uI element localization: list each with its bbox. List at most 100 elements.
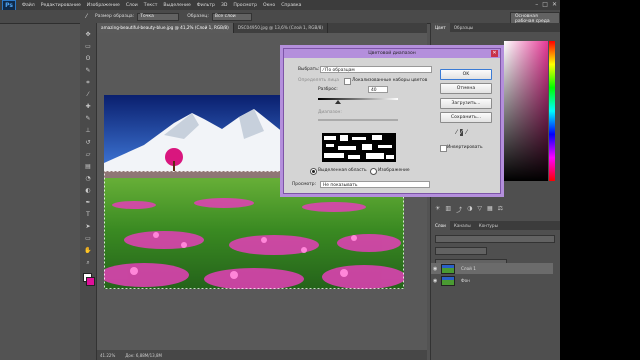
exposure-icon[interactable]: ◑ <box>467 205 472 214</box>
levels-icon[interactable]: ▥ <box>445 205 451 214</box>
menu-select[interactable]: Выделение <box>163 3 190 8</box>
hand-tool-icon[interactable]: ✋ <box>83 247 93 255</box>
window-controls: – □ ✕ <box>535 1 557 8</box>
fuzziness-input[interactable]: 40 <box>368 86 388 93</box>
close-icon[interactable]: ✕ <box>552 1 557 8</box>
zoom-level[interactable]: 41.22% <box>100 353 115 358</box>
layer-thumbnail <box>441 263 455 274</box>
eyedropper-group: ⁄ ⁄ ⁄ <box>456 129 467 136</box>
vibrance-icon[interactable]: ▽ <box>477 205 482 214</box>
eyedropper-icon[interactable]: ⁄ <box>456 129 457 136</box>
layer-controls <box>435 233 555 267</box>
select-label: Выбрать: <box>298 67 320 72</box>
tab-swatches[interactable]: Образцы <box>450 23 478 32</box>
background-color-swatch[interactable] <box>86 277 95 286</box>
healing-tool-icon[interactable]: ✚ <box>83 103 93 111</box>
menu-window[interactable]: Окно <box>263 3 275 8</box>
invert-checkbox[interactable] <box>440 145 447 152</box>
stamp-tool-icon[interactable]: ⊥ <box>83 127 93 135</box>
menu-bar: Ps Файл Редактирование Изображение Слои … <box>0 0 640 11</box>
layer-name[interactable]: Слой 1 <box>461 266 476 271</box>
maximize-icon[interactable]: □ <box>542 1 548 8</box>
visibility-eye-icon[interactable]: ◉ <box>433 278 437 284</box>
quick-select-tool-icon[interactable]: ✎ <box>83 67 93 75</box>
tab-paths[interactable]: Контуры <box>475 221 502 230</box>
hue-slider[interactable] <box>549 41 555 181</box>
minimize-icon[interactable]: – <box>535 1 538 8</box>
color-panel-tabs: Цвет Образцы <box>431 23 561 32</box>
save-button[interactable]: Сохранить... <box>440 112 492 123</box>
marquee-tool-icon[interactable]: ▭ <box>83 43 93 51</box>
eyedropper-plus-icon[interactable]: ⁄ <box>460 129 464 136</box>
layer-filter[interactable] <box>435 235 555 243</box>
move-tool-icon[interactable]: ✥ <box>83 31 93 39</box>
black-border <box>560 0 640 360</box>
tab-layers[interactable]: Слои <box>431 221 450 230</box>
menu-view[interactable]: Просмотр <box>233 3 257 8</box>
gradient-tool-icon[interactable]: ▤ <box>83 163 93 171</box>
eyedropper-minus-icon[interactable]: ⁄ <box>466 129 467 136</box>
app-logo: Ps <box>2 0 16 11</box>
dodge-tool-icon[interactable]: ◐ <box>83 187 93 195</box>
history-brush-tool-icon[interactable]: ↺ <box>83 139 93 147</box>
blur-tool-icon[interactable]: ◔ <box>83 175 93 183</box>
type-tool-icon[interactable]: T <box>83 211 93 219</box>
tab-document-1[interactable]: amazing-beautiful-beauty-blue.jpg @ 41,2… <box>97 23 234 33</box>
sample-layers-select[interactable]: Все слои <box>211 12 252 21</box>
layer-row[interactable]: ◉ Фон <box>431 275 553 286</box>
path-select-tool-icon[interactable]: ➤ <box>83 223 93 231</box>
load-button[interactable]: Загрузить... <box>440 98 492 109</box>
menu-layers[interactable]: Слои <box>126 3 138 8</box>
selection-radio-label: Выделенная область <box>318 168 367 173</box>
menu-image[interactable]: Изображение <box>87 3 120 8</box>
menu-type[interactable]: Текст <box>144 3 158 8</box>
color-balance-icon[interactable]: ⚖ <box>498 205 503 214</box>
invert-label: Инвертировать <box>447 145 483 150</box>
select-dropdown[interactable]: ⁄ По образцам <box>320 66 432 73</box>
menu-help[interactable]: Справка <box>281 3 301 8</box>
document-size: Док: 6,88M/13,8M <box>125 352 162 358</box>
dialog-title: Цветовой диапазон ✕ <box>284 49 500 58</box>
layer-name[interactable]: Фон <box>461 278 470 283</box>
pen-tool-icon[interactable]: ✒ <box>83 199 93 207</box>
layer-row[interactable]: ◉ Слой 1 <box>431 263 553 274</box>
zoom-tool-icon[interactable]: ⌕ <box>83 259 93 267</box>
menu-edit[interactable]: Редактирование <box>41 3 81 8</box>
fuzziness-slider[interactable] <box>318 98 398 100</box>
menu-file[interactable]: Файл <box>22 3 35 8</box>
menu-filter[interactable]: Фильтр <box>197 3 215 8</box>
slider-handle-icon[interactable] <box>335 100 341 104</box>
document-tabs: amazing-beautiful-beauty-blue.jpg @ 41,2… <box>97 23 427 33</box>
shape-tool-icon[interactable]: ▭ <box>83 235 93 243</box>
brightness-icon[interactable]: ☀ <box>435 205 440 214</box>
tab-document-2[interactable]: DSC04950.jpg @ 13,6% (Слой 1, RGB/8) <box>234 23 329 33</box>
image-radio[interactable] <box>370 168 377 175</box>
cancel-button[interactable]: Отмена <box>440 83 492 94</box>
detect-faces-label: Определять лица <box>298 78 339 83</box>
close-icon[interactable]: ✕ <box>491 50 498 57</box>
localized-checkbox[interactable] <box>344 78 351 85</box>
brush-tool-icon[interactable]: ✎ <box>83 115 93 123</box>
blend-mode-select[interactable] <box>435 247 487 255</box>
lasso-tool-icon[interactable]: ʘ <box>83 55 93 63</box>
tab-channels[interactable]: Каналы <box>450 221 475 230</box>
ok-button[interactable]: OK <box>440 69 492 80</box>
color-range-dialog: Цветовой диапазон ✕ Выбрать: ⁄ По образц… <box>283 48 501 194</box>
curves-icon[interactable]: ⤴ <box>456 205 462 214</box>
eraser-tool-icon[interactable]: ▱ <box>83 151 93 159</box>
tab-color[interactable]: Цвет <box>431 23 450 32</box>
preview-select[interactable]: Не показывать <box>320 181 430 188</box>
eyedropper-tool-icon[interactable]: ⁄ <box>83 91 93 99</box>
eyedropper-icon[interactable]: ⁄ <box>86 13 87 20</box>
selection-radio[interactable] <box>310 168 317 175</box>
menu-3d[interactable]: 3D <box>221 3 227 8</box>
color-field[interactable] <box>504 41 548 181</box>
status-bar: 41.22% Док: 6,88M/13,8M <box>97 350 427 360</box>
visibility-eye-icon[interactable]: ◉ <box>433 266 437 272</box>
sample-size-label: Размер образца: <box>95 14 135 19</box>
hue-sat-icon[interactable]: ▦ <box>487 205 493 214</box>
sample-size-select[interactable]: Точка <box>137 12 180 21</box>
range-slider[interactable] <box>318 119 398 121</box>
crop-tool-icon[interactable]: ⌗ <box>83 79 93 87</box>
fuzziness-label: Разброс: <box>318 87 338 92</box>
